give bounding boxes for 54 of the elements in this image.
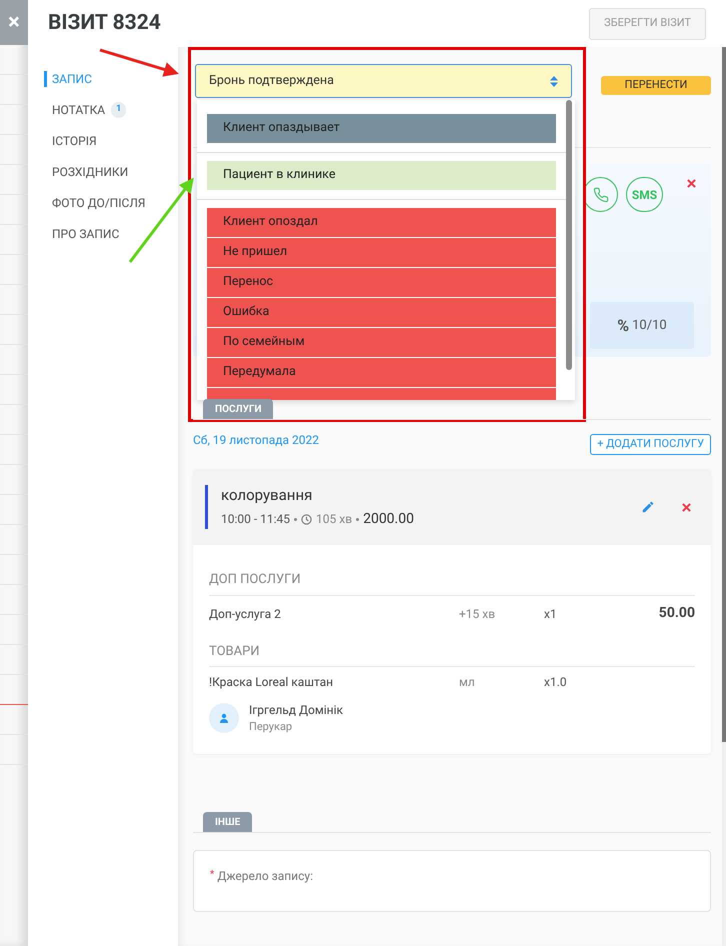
extra-quantity: x1 xyxy=(544,606,557,622)
required-mark: * xyxy=(210,868,214,882)
service-time: 10:00 - 11:45 xyxy=(221,511,290,528)
status-option[interactable]: Клиент опоздал xyxy=(207,208,556,237)
add-service-button[interactable]: + ДОДАТИ ПОСЛУГУ xyxy=(590,434,711,455)
extra-name: Доп-услуга 2 xyxy=(209,606,282,622)
sidebar-item[interactable]: ФОТО ДО/ПІСЛЯ xyxy=(52,194,146,212)
service-duration: 105 хв xyxy=(316,511,352,528)
status-option[interactable]: Передумала xyxy=(207,358,556,387)
dot-separator-icon xyxy=(356,518,360,521)
extra-time: +15 хв xyxy=(459,606,496,622)
status-option[interactable]: По семейным xyxy=(207,328,556,357)
discount-value: 10/10 xyxy=(632,316,667,335)
sort-caret-icon xyxy=(550,76,558,86)
status-select[interactable]: Бронь подтверждена xyxy=(195,64,572,98)
extra-price: 50.00 xyxy=(658,604,695,623)
sidebar-item[interactable]: РОЗХІДНИКИ xyxy=(52,163,128,181)
source-field[interactable]: * Джерело запису: xyxy=(193,850,711,912)
staff-role: Перукар xyxy=(249,719,294,735)
status-option[interactable]: Клиент опаздывает xyxy=(207,114,556,143)
sidebar-item[interactable]: ПРО ЗАПИС xyxy=(52,225,120,243)
edit-icon[interactable] xyxy=(641,500,655,514)
status-option[interactable]: Ошибка xyxy=(207,298,556,327)
close-button[interactable]: × xyxy=(0,0,28,45)
window-title: ВІЗИТ 8324 xyxy=(48,10,161,37)
product-name: !Краска Loreal каштан xyxy=(209,674,334,691)
section-heading: ДОП ПОСЛУГИ xyxy=(209,570,695,596)
status-option[interactable]: Перенос xyxy=(207,268,556,297)
service-date: Сб, 19 листопада 2022 xyxy=(193,432,319,449)
service-name: колорування xyxy=(221,485,314,506)
staff-name: Ігргельд Домінік xyxy=(249,702,344,719)
dot-separator-icon xyxy=(294,518,298,521)
source-label: Джерело запису: xyxy=(217,868,313,884)
phone-button[interactable] xyxy=(583,177,618,212)
reschedule-button[interactable]: ПЕРЕНЕСТИ xyxy=(601,76,711,95)
status-option[interactable]: Не пришел xyxy=(207,238,556,267)
count-badge: 1 xyxy=(111,102,126,118)
status-option[interactable]: Пациент в клинике xyxy=(207,161,556,190)
sidebar-item[interactable]: ІСТОРІЯ xyxy=(52,132,97,150)
person-icon xyxy=(219,713,229,724)
service-price: 2000.00 xyxy=(363,510,414,529)
percent-sign: % xyxy=(617,314,630,336)
close-icon[interactable] xyxy=(687,179,696,188)
select-value: Бронь подтверждена xyxy=(209,72,334,90)
delete-icon[interactable] xyxy=(682,502,691,512)
phone-icon xyxy=(592,186,608,202)
service-color-bar xyxy=(205,485,208,529)
product-unit: мл xyxy=(459,674,476,691)
sidebar-item[interactable]: НОТАТКА xyxy=(52,101,106,119)
section-heading: ТОВАРИ xyxy=(209,642,695,667)
sidebar-item[interactable]: ЗАПИС xyxy=(52,70,92,88)
save-button[interactable]: ЗБЕРЕГТИ ВІЗИТ xyxy=(589,8,706,40)
product-quantity: x1.0 xyxy=(544,674,567,691)
clock-icon xyxy=(301,514,312,525)
